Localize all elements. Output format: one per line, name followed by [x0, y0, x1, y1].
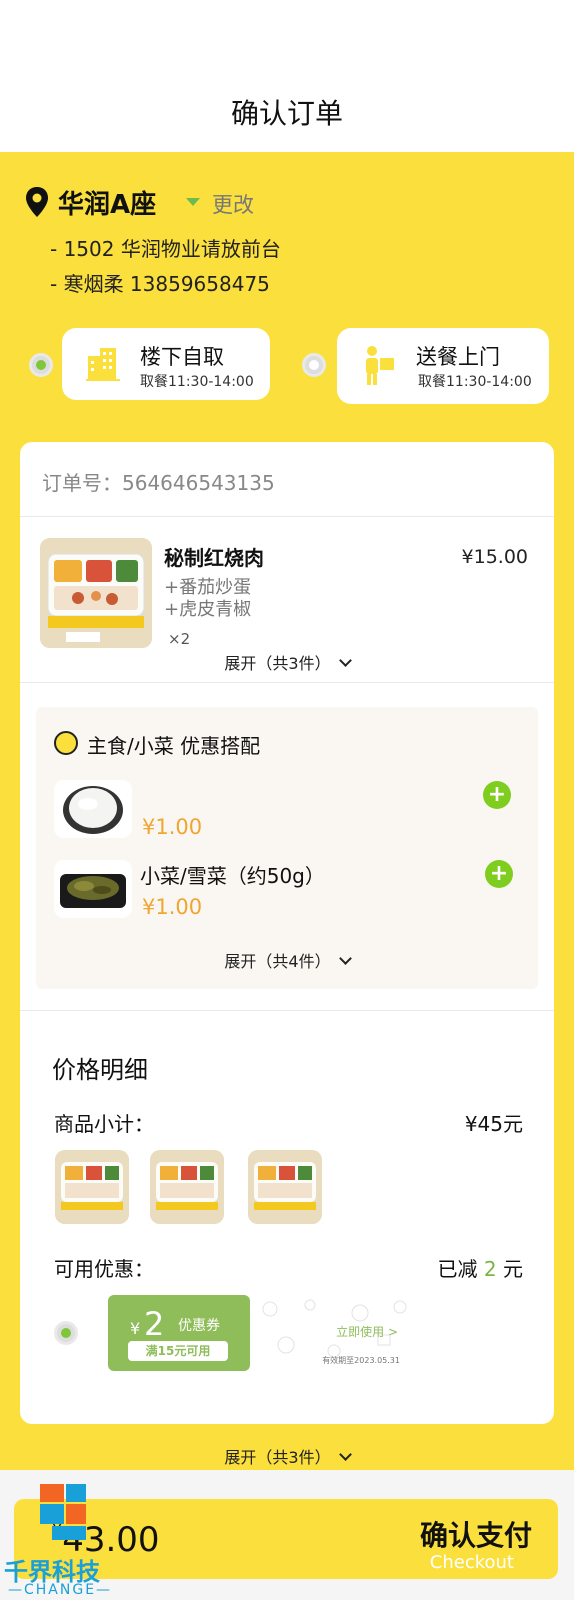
- location-pin-icon: [26, 187, 48, 217]
- item-thumbnail: [248, 1150, 322, 1224]
- address-line: - 1502 华润物业请放前台: [50, 237, 281, 261]
- pickup-title: 楼下自取: [140, 345, 224, 369]
- dish-name: 秘制红烧肉: [164, 546, 264, 570]
- dish-price: ¥15.00: [461, 546, 528, 568]
- delivery-radio[interactable]: [302, 353, 326, 377]
- change-location-link[interactable]: 更改: [212, 189, 254, 219]
- checkout-label[interactable]: Checkout: [430, 1552, 514, 1573]
- add-item-button[interactable]: +: [483, 781, 511, 809]
- pickup-time: 取餐11:30-14:00: [140, 374, 254, 390]
- add-item-button[interactable]: +: [485, 860, 513, 888]
- subtotal-value: ¥45元: [464, 1112, 523, 1136]
- discount-label: 可用优惠：: [54, 1257, 154, 1281]
- divider: [20, 1010, 554, 1011]
- pickled-greens-image: [54, 860, 132, 918]
- combo-item-price: ¥1.00: [142, 895, 203, 919]
- divider: [20, 682, 554, 683]
- chevron-down-icon[interactable]: [186, 198, 200, 206]
- order-number: 订单号：564646543135: [42, 471, 275, 495]
- heart-badge-icon: [54, 731, 78, 755]
- expand-combo-toggle[interactable]: 展开（共4件）: [0, 948, 574, 972]
- coupon-amount: 2: [144, 1305, 165, 1343]
- pickup-radio[interactable]: [29, 353, 53, 377]
- subtotal-label: 商品小计：: [54, 1112, 154, 1136]
- delivery-title: 送餐上门: [416, 345, 500, 369]
- chevron-down-icon: [338, 952, 352, 965]
- main-dish-image: [40, 538, 152, 648]
- delivery-person-icon: [366, 346, 394, 385]
- location-name[interactable]: 华润A座: [58, 184, 156, 221]
- combo-title: 主食/小菜 优惠搭配: [87, 734, 261, 758]
- item-thumbnail: [55, 1150, 129, 1224]
- divider: [20, 516, 554, 517]
- contact-line: - 寒烟柔 13859658475: [50, 272, 270, 296]
- coupon-type: 优惠券: [178, 1318, 220, 1334]
- item-thumbnail: [150, 1150, 224, 1224]
- combo-item-price: ¥1.00: [142, 815, 203, 839]
- use-coupon-link[interactable]: 立即使用 >: [336, 1323, 398, 1340]
- coupon-condition: 满15元可用: [128, 1341, 228, 1361]
- combo-item-name: 小菜/雪菜（约50g）: [140, 864, 325, 888]
- coupon-radio[interactable]: [54, 1321, 78, 1345]
- confirm-pay-button[interactable]: 确认支付: [420, 1514, 532, 1554]
- coupon-detail-panel: 立即使用 > 有效期至2023.05.31: [250, 1295, 418, 1371]
- dish-side: +虎皮青椒: [164, 599, 252, 620]
- coupon-validity: 有效期至2023.05.31: [322, 1356, 400, 1365]
- page-title: 确认订单: [230, 97, 343, 130]
- expand-items-toggle[interactable]: 展开（共3件）: [0, 650, 574, 674]
- coupon-value-panel: ¥ 2 优惠券 满15元可用: [108, 1295, 250, 1371]
- chevron-down-icon: [338, 1448, 352, 1461]
- building-icon: [86, 348, 120, 381]
- price-detail-title: 价格明细: [52, 1056, 148, 1084]
- watermark-sub: —CHANGE—: [8, 1582, 113, 1598]
- dish-quantity: ×2: [168, 630, 191, 648]
- discount-value: 已减 2 元: [437, 1257, 523, 1281]
- expand-bottom-toggle[interactable]: 展开（共3件）: [0, 1444, 574, 1468]
- chevron-down-icon: [338, 654, 352, 667]
- rice-image: [54, 780, 132, 838]
- delivery-time: 取餐11:30-14:00: [418, 374, 532, 390]
- coupon-card[interactable]: ¥ 2 优惠券 满15元可用 立即使用 > 有效期至2023.05.31: [108, 1295, 418, 1371]
- header: 确认订单: [0, 0, 574, 152]
